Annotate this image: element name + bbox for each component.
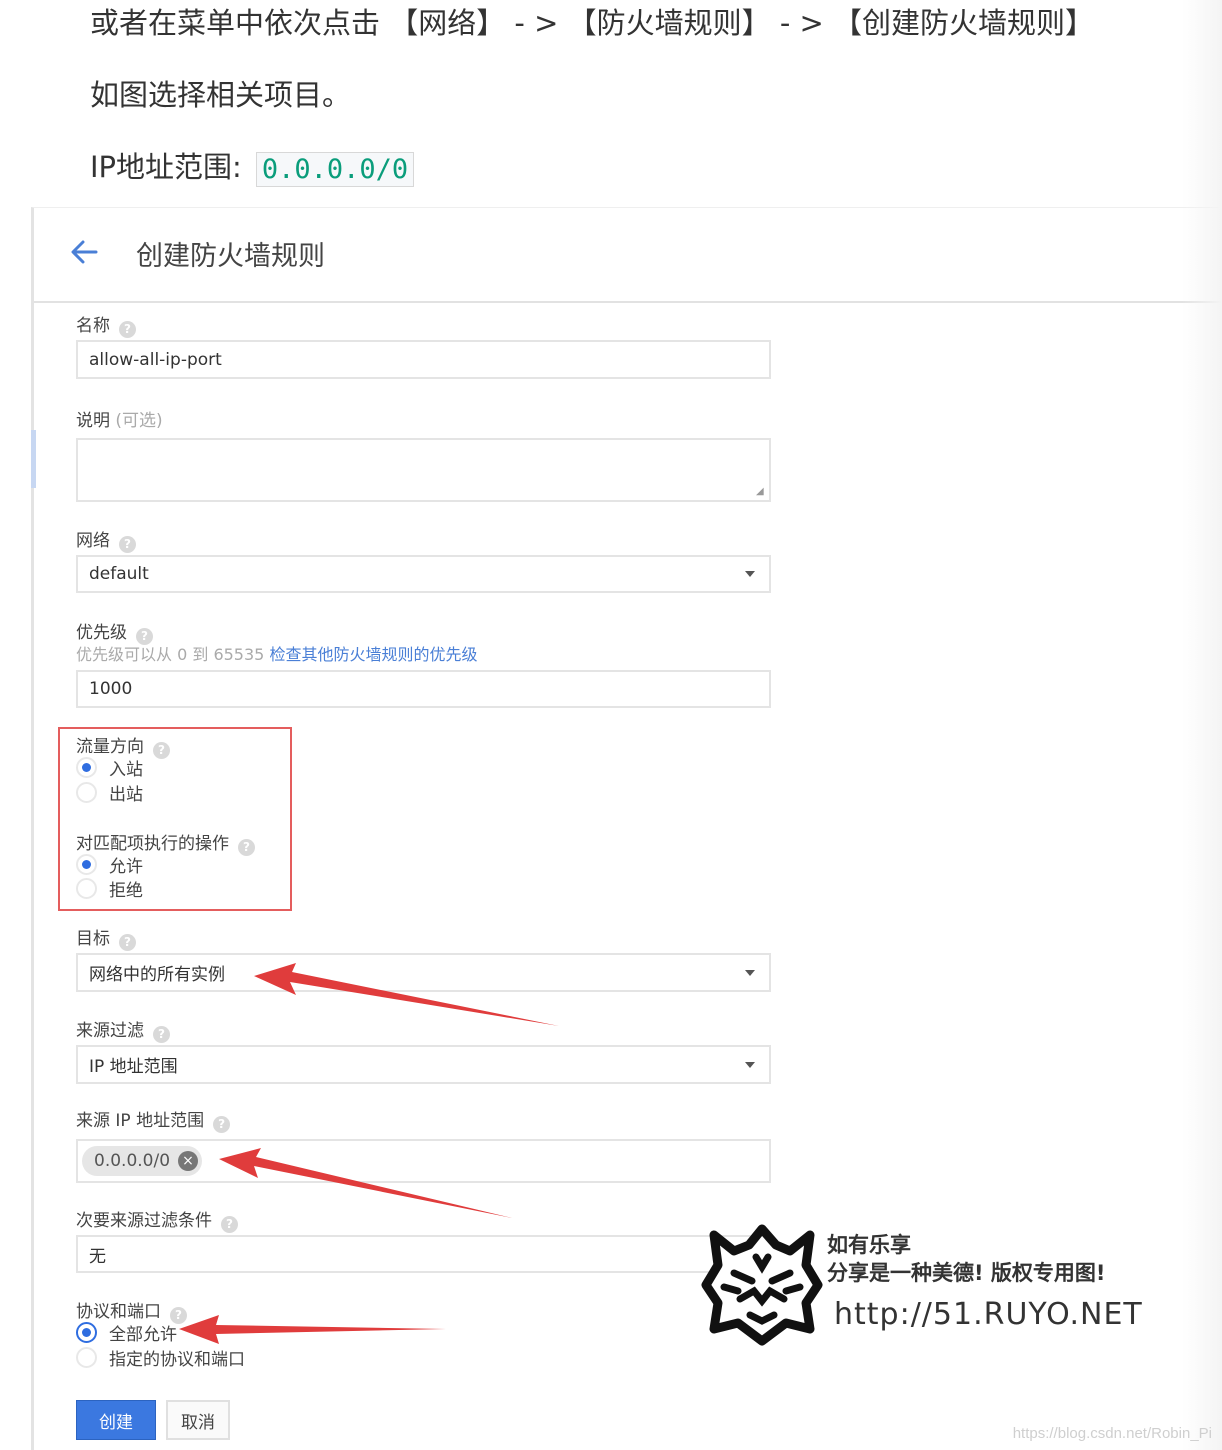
- source-ip-input[interactable]: 0.0.0.0/0 ×: [76, 1139, 771, 1183]
- target-label-text: 目标: [76, 929, 110, 949]
- priority-label-text: 优先级: [76, 623, 127, 643]
- target-label: 目标?: [76, 924, 136, 951]
- back-arrow-icon[interactable]: [66, 232, 102, 272]
- csdn-watermark: https://blog.csdn.net/Robin_Pi: [1012, 1425, 1212, 1442]
- annotation-arrow-protocol: [179, 1315, 446, 1344]
- tiger-logo-icon: [701, 1224, 823, 1346]
- right-edge-fade: [1182, 0, 1222, 1450]
- description-optional-text: (可选): [115, 411, 163, 431]
- watermark-url: http://51.RUYO.NET: [834, 1297, 1143, 1332]
- help-icon[interactable]: ?: [221, 1216, 238, 1233]
- description-textarea[interactable]: ◢: [76, 438, 771, 502]
- radio-unselected-icon[interactable]: [76, 878, 97, 899]
- action-option-deny[interactable]: 拒绝: [76, 876, 143, 901]
- protocol-option-allow-all[interactable]: 全部允许: [76, 1320, 177, 1345]
- dropdown-caret-icon: [745, 969, 755, 976]
- radio-unselected-icon[interactable]: [76, 1347, 97, 1368]
- action-label-text: 对匹配项执行的操作: [76, 834, 229, 854]
- action-option-allow-label: 允许: [109, 857, 143, 877]
- form-title: 创建防火墙规则: [136, 241, 325, 272]
- network-label-text: 网络: [76, 531, 110, 551]
- article-instruction-menu-path: 或者在菜单中依次点击 【网络】 - > 【防火墙规则】 - > 【创建防火墙规则…: [90, 6, 1095, 40]
- create-button[interactable]: 创建: [76, 1400, 156, 1440]
- direction-option-ingress-label: 入站: [109, 760, 143, 780]
- secondary-filter-label-text: 次要来源过滤条件: [76, 1211, 212, 1231]
- source-ip-chip-text: 0.0.0.0/0: [94, 1151, 171, 1171]
- secondary-filter-select[interactable]: 无: [76, 1235, 771, 1273]
- name-label: 名称?: [76, 311, 136, 338]
- action-option-deny-label: 拒绝: [109, 881, 143, 901]
- description-label: 说明 (可选): [76, 406, 163, 431]
- secondary-filter-label: 次要来源过滤条件?: [76, 1206, 238, 1233]
- network-label: 网络?: [76, 526, 136, 553]
- help-icon[interactable]: ?: [238, 839, 255, 856]
- direction-option-egress-label: 出站: [109, 785, 143, 805]
- target-select[interactable]: 网络中的所有实例: [76, 953, 771, 992]
- source-filter-select-value: IP 地址范围: [89, 1057, 178, 1077]
- action-option-allow[interactable]: 允许: [76, 852, 143, 877]
- priority-input[interactable]: 1000: [76, 670, 771, 708]
- direction-option-egress[interactable]: 出站: [76, 780, 143, 805]
- priority-check-link[interactable]: 检查其他防火墙规则的优先级: [269, 645, 477, 664]
- name-input[interactable]: allow-all-ip-port: [76, 340, 771, 379]
- article-ip-range-label: IP地址范围:: [90, 150, 242, 184]
- priority-hint: 优先级可以从 0 到 65535 检查其他防火墙规则的优先级: [76, 641, 477, 665]
- article-instruction-select: 如图选择相关项目。: [90, 78, 352, 112]
- help-icon[interactable]: ?: [119, 934, 136, 951]
- screenshot-left-accent: [31, 430, 36, 488]
- description-label-text: 说明: [76, 411, 110, 431]
- protocol-option-specified[interactable]: 指定的协议和端口: [76, 1345, 245, 1370]
- radio-unselected-icon[interactable]: [76, 782, 97, 803]
- resize-handle-icon[interactable]: ◢: [756, 487, 766, 497]
- chip-remove-icon[interactable]: ×: [178, 1151, 199, 1171]
- source-filter-label-text: 来源过滤: [76, 1021, 144, 1041]
- source-ip-chip[interactable]: 0.0.0.0/0 ×: [82, 1146, 203, 1176]
- cancel-button[interactable]: 取消: [166, 1400, 230, 1440]
- network-select[interactable]: default: [76, 555, 771, 593]
- article-ip-range-line: IP地址范围: 0.0.0.0/0: [90, 144, 415, 187]
- protocol-option-allow-all-label: 全部允许: [109, 1325, 177, 1345]
- name-label-text: 名称: [76, 316, 110, 336]
- help-icon[interactable]: ?: [153, 1026, 170, 1043]
- help-icon[interactable]: ?: [119, 536, 136, 553]
- help-icon[interactable]: ?: [213, 1116, 231, 1133]
- dropdown-caret-icon: [745, 1061, 755, 1068]
- name-input-value: allow-all-ip-port: [89, 349, 222, 370]
- watermark-brand: 如有乐享: [827, 1233, 911, 1257]
- secondary-filter-select-value: 无: [89, 1246, 106, 1267]
- help-icon[interactable]: ?: [119, 321, 136, 338]
- radio-selected-icon[interactable]: [76, 757, 97, 778]
- priority-hint-text: 优先级可以从 0 到 65535: [76, 645, 265, 664]
- source-filter-label: 来源过滤?: [76, 1016, 170, 1043]
- direction-option-ingress[interactable]: 入站: [76, 755, 143, 780]
- priority-input-value: 1000: [89, 679, 133, 699]
- watermark-slogan: 分享是一种美德! 版权专用图!: [827, 1261, 1106, 1285]
- protocol-option-specified-label: 指定的协议和端口: [109, 1350, 245, 1370]
- article-ip-range-code: 0.0.0.0/0: [255, 151, 415, 187]
- target-select-value: 网络中的所有实例: [89, 965, 225, 985]
- radio-selected-icon[interactable]: [76, 1322, 97, 1343]
- source-ip-label: 来源 IP 地址范围?: [76, 1106, 231, 1133]
- embedded-firewall-screenshot: 创建防火墙规则 名称? allow-all-ip-port 说明 (可选) ◢ …: [31, 207, 1222, 1450]
- dropdown-caret-icon: [745, 571, 755, 577]
- radio-selected-icon[interactable]: [76, 854, 97, 875]
- network-select-value: default: [89, 564, 149, 584]
- help-icon[interactable]: ?: [153, 742, 170, 759]
- source-ip-label-text: 来源 IP 地址范围: [76, 1111, 205, 1131]
- protocol-label-text: 协议和端口: [76, 1302, 161, 1322]
- form-header: 创建防火墙规则: [34, 208, 1222, 303]
- direction-label-text: 流量方向: [76, 737, 144, 757]
- source-filter-select[interactable]: IP 地址范围: [76, 1045, 771, 1084]
